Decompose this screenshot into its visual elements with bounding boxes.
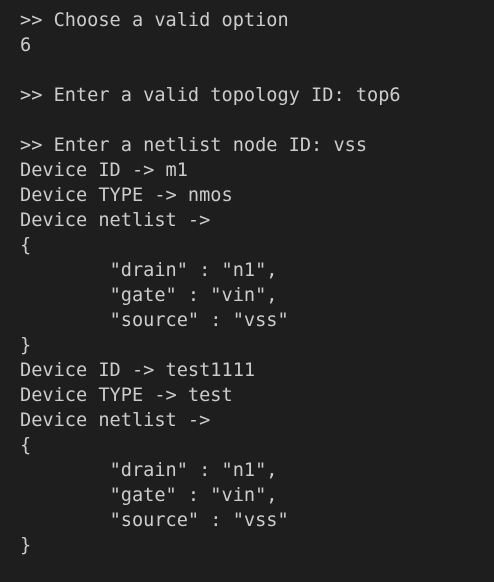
- terminal-line: >> Choose a valid option: [20, 10, 289, 31]
- terminal-line: 6: [20, 35, 32, 56]
- terminal-line: "drain" : "n1",: [20, 260, 278, 281]
- terminal-line: "gate" : "vin",: [20, 285, 278, 306]
- terminal-line: {: [20, 235, 32, 256]
- terminal-line: Device ID -> m1: [20, 160, 188, 181]
- terminal-line: Device TYPE -> nmos: [20, 185, 233, 206]
- terminal-line: Device ID -> test1111: [20, 360, 256, 381]
- terminal-line: "drain" : "n1",: [20, 460, 278, 481]
- terminal-line: Device TYPE -> test: [20, 385, 233, 406]
- terminal-line: "gate" : "vin",: [20, 485, 278, 506]
- terminal-line: }: [20, 335, 32, 356]
- terminal-line: {: [20, 435, 32, 456]
- terminal-line: Device netlist ->: [20, 410, 211, 431]
- terminal-line: >> Enter a valid topology ID: top6: [20, 85, 401, 106]
- terminal-output[interactable]: >> Choose a valid option 6 >> Enter a va…: [0, 0, 494, 582]
- terminal-line: Device netlist ->: [20, 210, 211, 231]
- terminal-line: >> Enter a netlist node ID: vss: [20, 135, 368, 156]
- terminal-line: "source" : "vss": [20, 510, 289, 531]
- terminal-line: }: [20, 535, 32, 556]
- terminal-line: "source" : "vss": [20, 310, 289, 331]
